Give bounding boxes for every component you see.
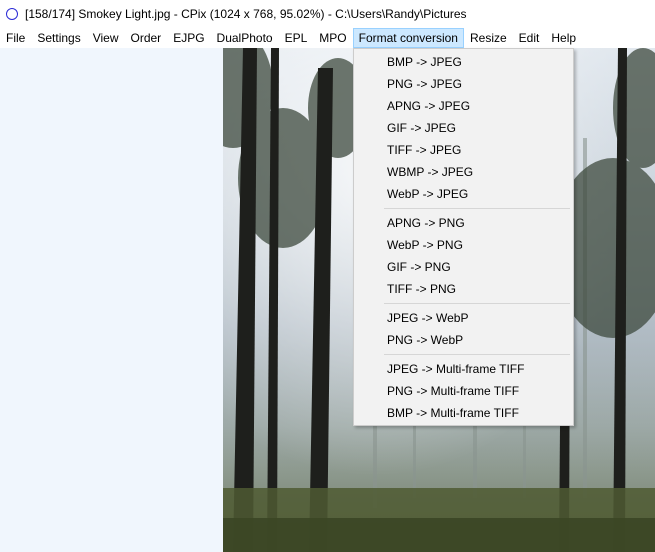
menu-format-conversion[interactable]: Format conversion — [352, 28, 464, 48]
menu-order[interactable]: Order — [125, 28, 168, 48]
menu-ejpg[interactable]: EJPG — [167, 28, 210, 48]
menu-settings[interactable]: Settings — [31, 28, 86, 48]
menu-option-gif-to-jpeg[interactable]: GIF -> JPEG — [354, 117, 573, 139]
title-bar: [158/174] Smokey Light.jpg - CPix (1024 … — [0, 0, 655, 28]
format-conversion-menu: BMP -> JPEG PNG -> JPEG APNG -> JPEG GIF… — [353, 48, 574, 426]
menu-help[interactable]: Help — [545, 28, 582, 48]
menu-option-bmp-to-multiframe-tiff[interactable]: BMP -> Multi-frame TIFF — [354, 402, 573, 424]
menu-edit[interactable]: Edit — [513, 28, 546, 48]
menu-option-tiff-to-jpeg[interactable]: TIFF -> JPEG — [354, 139, 573, 161]
menu-separator — [384, 208, 570, 209]
menu-option-wbmp-to-jpeg[interactable]: WBMP -> JPEG — [354, 161, 573, 183]
menu-option-jpeg-to-multiframe-tiff[interactable]: JPEG -> Multi-frame TIFF — [354, 358, 573, 380]
menu-resize[interactable]: Resize — [464, 28, 513, 48]
menu-epl[interactable]: EPL — [279, 28, 314, 48]
menu-mpo[interactable]: MPO — [313, 28, 352, 48]
menu-option-gif-to-png[interactable]: GIF -> PNG — [354, 256, 573, 278]
menu-option-png-to-webp[interactable]: PNG -> WebP — [354, 329, 573, 351]
menu-bar: File Settings View Order EJPG DualPhoto … — [0, 28, 655, 48]
menu-option-webp-to-png[interactable]: WebP -> PNG — [354, 234, 573, 256]
menu-option-jpeg-to-webp[interactable]: JPEG -> WebP — [354, 307, 573, 329]
menu-dualphoto[interactable]: DualPhoto — [211, 28, 279, 48]
menu-view[interactable]: View — [87, 28, 125, 48]
app-circle-icon — [6, 8, 18, 20]
menu-separator — [384, 354, 570, 355]
menu-option-apng-to-jpeg[interactable]: APNG -> JPEG — [354, 95, 573, 117]
window-title: [158/174] Smokey Light.jpg - CPix (1024 … — [25, 7, 467, 21]
menu-separator — [384, 303, 570, 304]
menu-file[interactable]: File — [0, 28, 31, 48]
menu-option-tiff-to-png[interactable]: TIFF -> PNG — [354, 278, 573, 300]
menu-option-apng-to-png[interactable]: APNG -> PNG — [354, 212, 573, 234]
menu-option-webp-to-jpeg[interactable]: WebP -> JPEG — [354, 183, 573, 205]
menu-option-png-to-jpeg[interactable]: PNG -> JPEG — [354, 73, 573, 95]
menu-option-png-to-multiframe-tiff[interactable]: PNG -> Multi-frame TIFF — [354, 380, 573, 402]
menu-option-bmp-to-jpeg[interactable]: BMP -> JPEG — [354, 51, 573, 73]
